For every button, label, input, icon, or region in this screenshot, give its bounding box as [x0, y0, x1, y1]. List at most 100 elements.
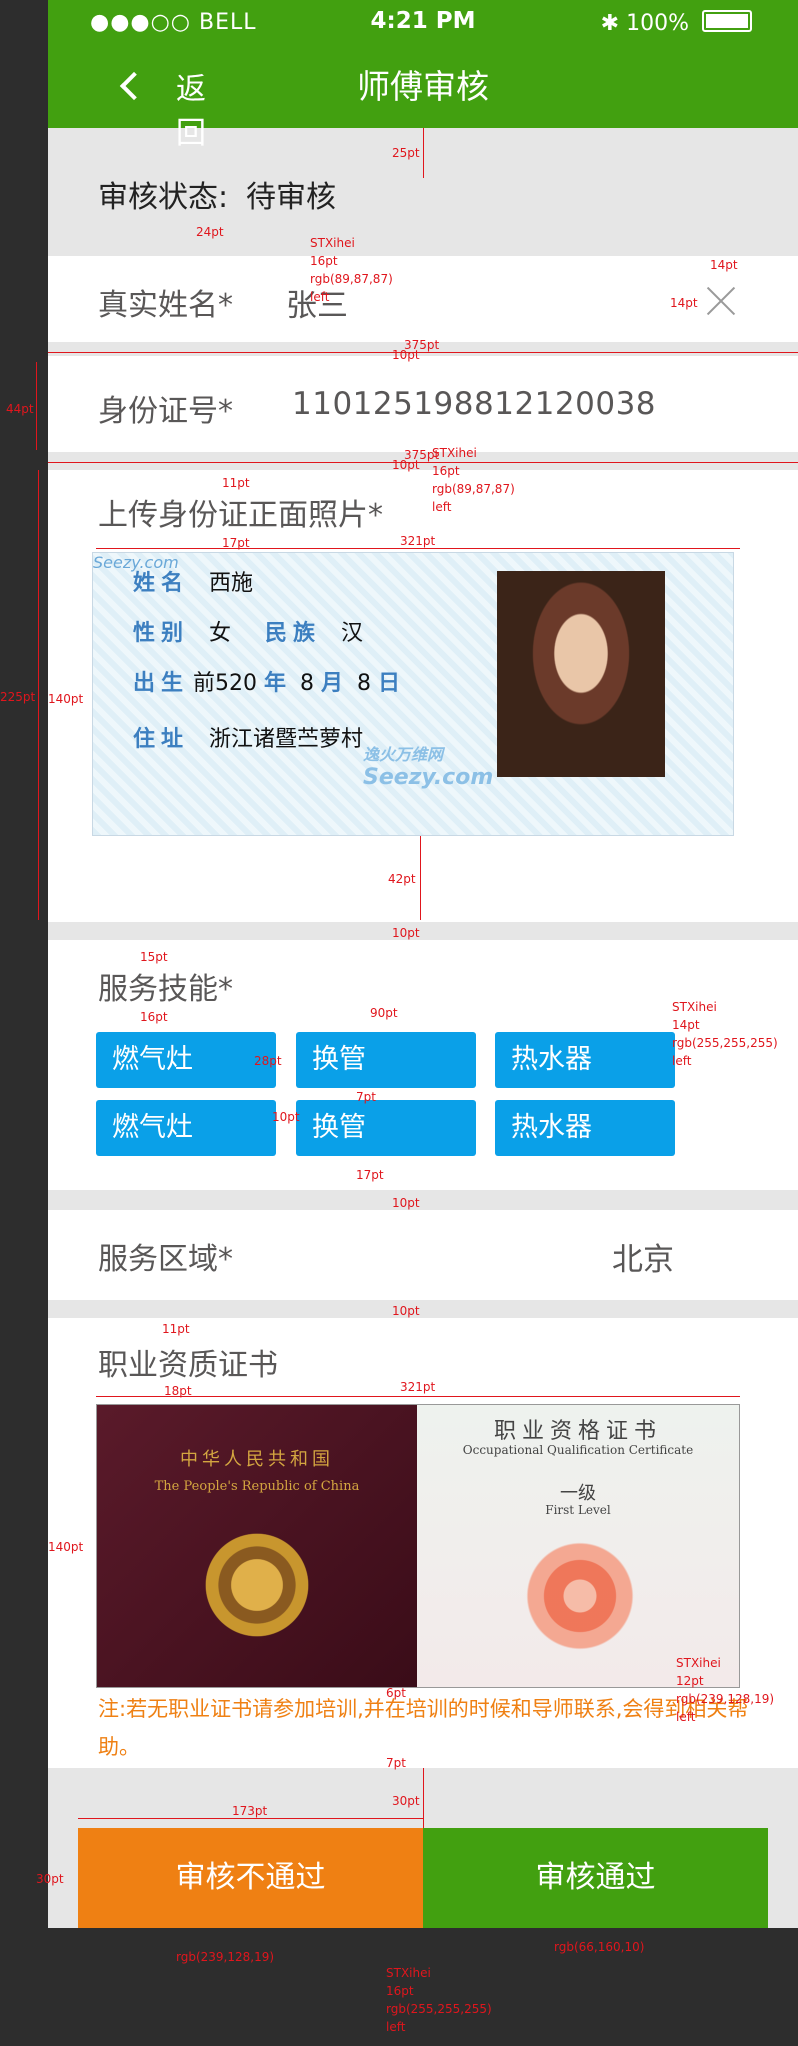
- bluetooth-icon: ✱: [600, 11, 620, 36]
- annotation-label: 44pt: [6, 402, 34, 416]
- battery-icon: [702, 10, 752, 32]
- annotation-label: 11pt: [222, 476, 250, 490]
- annotation-label: left: [672, 1054, 692, 1068]
- annotation-label: 16pt: [140, 1010, 168, 1024]
- skill-chip[interactable]: 换管: [296, 1032, 476, 1088]
- annotation-label: 10pt: [392, 926, 420, 940]
- annotation-label: 11pt: [162, 1322, 190, 1336]
- annotation-label: 17pt: [356, 1168, 384, 1182]
- annotation-label: STXihei: [386, 1966, 431, 1980]
- measure-line: [38, 470, 39, 920]
- annotation-label: STXihei: [672, 1000, 717, 1014]
- annotation-label: 173pt: [232, 1804, 268, 1818]
- annotation-label: 30pt: [392, 1794, 420, 1808]
- annotation-label: 17pt: [222, 536, 250, 550]
- portrait-photo: [497, 571, 665, 777]
- annotation-label: 16pt: [432, 464, 460, 478]
- skill-chip[interactable]: 燃气灶: [96, 1032, 276, 1088]
- annotation-label: 7pt: [386, 1756, 406, 1770]
- app-screen: ●●●○○ BELL 4:21 PM ✱ 100% 返回 师傅审核 审核状态: …: [48, 0, 798, 1928]
- id-number-value[interactable]: 110125198812120038: [292, 386, 656, 422]
- annotation-label: 18pt: [164, 1384, 192, 1398]
- annotation-label: 24pt: [196, 225, 224, 239]
- measure-line: [78, 1818, 423, 1819]
- watermark-center: 逸火万维网 Seezy.com: [363, 745, 494, 790]
- annotation-label: 140pt: [48, 1540, 84, 1554]
- seal-icon: [517, 1533, 643, 1659]
- top-bar: ●●●○○ BELL 4:21 PM ✱ 100% 返回 师傅审核: [48, 0, 798, 151]
- id-card-name-line: 姓名 西施: [133, 571, 254, 596]
- annotation-label: 16pt: [310, 254, 338, 268]
- annotation-label: 321pt: [400, 1380, 436, 1394]
- annotation-label: 7pt: [356, 1090, 376, 1104]
- name-label: 真实姓名*: [98, 288, 233, 323]
- id-card-address-line: 住址 浙江诸暨苎萝村: [133, 727, 364, 752]
- annotation-label: 25pt: [392, 146, 420, 160]
- certificate-label: 职业资质证书: [98, 1348, 278, 1383]
- skills-label: 服务技能*: [98, 972, 233, 1007]
- area-row[interactable]: 服务区域* 北京: [48, 1210, 798, 1300]
- skill-chip[interactable]: 换管: [296, 1100, 476, 1156]
- annotation-label: left: [310, 290, 330, 304]
- skill-chip[interactable]: 热水器: [495, 1032, 675, 1088]
- annotation-label: 30pt: [36, 1872, 64, 1886]
- annotation-label: 16pt: [386, 1984, 414, 1998]
- review-status-value: 待审核: [246, 180, 336, 215]
- annotation-label: rgb(255,255,255): [672, 1036, 778, 1050]
- measure-line: [48, 462, 798, 463]
- id-number-row: 身份证号* 110125198812120038: [48, 356, 798, 452]
- annotation-label: left: [386, 2020, 406, 2034]
- annotation-label: rgb(239,128,19): [676, 1692, 775, 1706]
- reject-button[interactable]: 审核不通过: [78, 1828, 423, 1928]
- annotation-label: 10pt: [392, 458, 420, 472]
- skill-chip[interactable]: 热水器: [495, 1100, 675, 1156]
- approve-button[interactable]: 审核通过: [423, 1828, 768, 1928]
- battery-percent: 100%: [626, 11, 689, 36]
- annotation-label: rgb(66,160,10): [554, 1940, 645, 1954]
- measure-line: [36, 362, 37, 450]
- measure-line: [420, 836, 421, 920]
- measure-line: [423, 1768, 424, 1828]
- annotation-label: 10pt: [392, 348, 420, 362]
- training-note: 注:若无职业证书请参加培训,并在培训的时候和导师联系,会得到相关帮助。: [98, 1697, 749, 1759]
- page-title: 师傅审核: [357, 67, 489, 106]
- emblem-icon: [197, 1525, 317, 1645]
- annotation-label: STXihei: [432, 446, 477, 460]
- certificate-image[interactable]: 中华人民共和国 The People's Republic of China 职…: [96, 1404, 740, 1688]
- annotation-label: rgb(255,255,255): [386, 2002, 492, 2016]
- id-card-birth-line: 出生 前520 年8 月8 日: [133, 671, 407, 696]
- nav-bar: 返回 师傅审核: [48, 56, 798, 151]
- measure-line: [96, 548, 740, 549]
- battery-indicator: ✱ 100%: [601, 10, 752, 36]
- annotation-label: 12pt: [676, 1674, 704, 1688]
- annotation-label: 14pt: [672, 1018, 700, 1032]
- annotation-label: 42pt: [388, 872, 416, 886]
- annotation-label: 14pt: [670, 296, 698, 310]
- measure-line: [423, 128, 424, 178]
- annotation-label: 140pt: [48, 692, 84, 706]
- measure-line: [96, 1396, 740, 1397]
- clear-icon[interactable]: [706, 286, 736, 316]
- annotation-label: rgb(89,87,87): [310, 272, 393, 286]
- annotation-label: 14pt: [710, 258, 738, 272]
- annotation-label: 10pt: [392, 1196, 420, 1210]
- id-card-image[interactable]: Seezy.com 姓名 西施 性别女民族汉 出生 前520 年8 月8 日 住址浙…: [92, 552, 734, 836]
- annotation-label: 10pt: [272, 1110, 300, 1124]
- certificate-cover: 中华人民共和国 The People's Republic of China: [97, 1405, 417, 1687]
- annotation-label: 28pt: [254, 1054, 282, 1068]
- annotation-label: 90pt: [370, 1006, 398, 1020]
- annotation-label: STXihei: [676, 1656, 721, 1670]
- annotation-label: left: [432, 500, 452, 514]
- annotation-label: 225pt: [0, 690, 36, 704]
- annotation-label: STXihei: [310, 236, 355, 250]
- annotation-label: 10pt: [392, 1304, 420, 1318]
- id-card-gender-line: 性别女民族汉: [133, 621, 364, 646]
- id-number-label: 身份证号*: [98, 394, 233, 429]
- id-photo-label: 上传身份证正面照片*: [98, 498, 383, 533]
- annotation-label: rgb(239,128,19): [176, 1950, 275, 1964]
- skill-chip[interactable]: 燃气灶: [96, 1100, 276, 1156]
- annotation-label: 15pt: [140, 950, 168, 964]
- annotation-label: left: [676, 1710, 696, 1724]
- annotation-label: 321pt: [400, 534, 436, 548]
- measure-line: [48, 352, 798, 353]
